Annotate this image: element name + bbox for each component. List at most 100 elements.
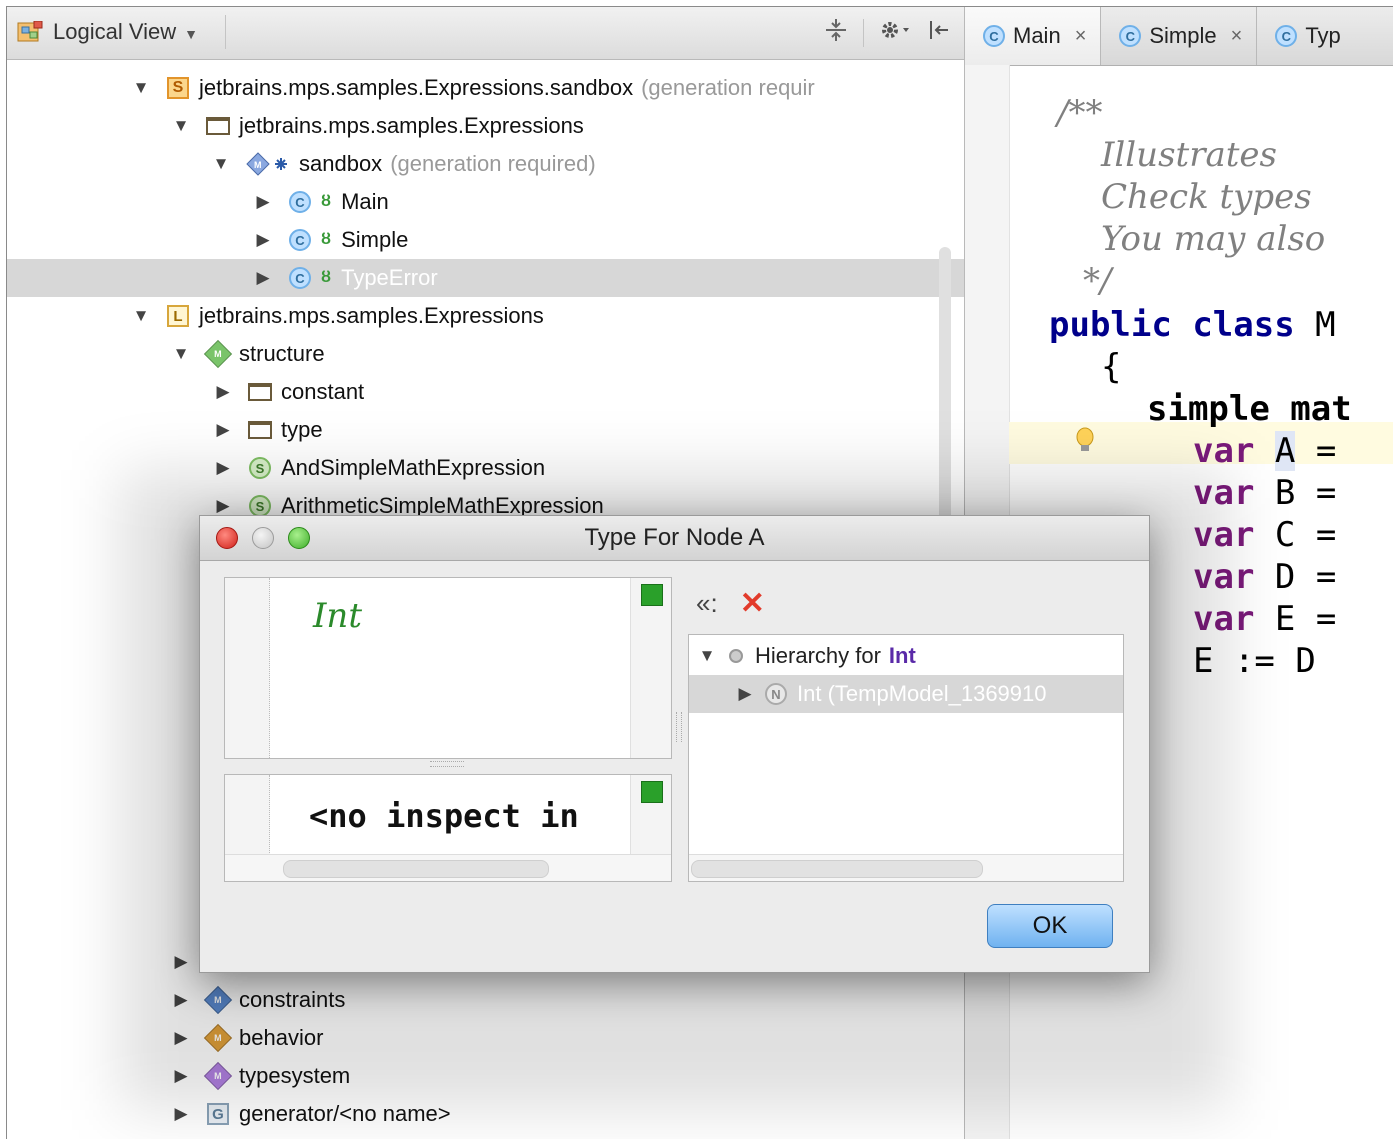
node-icon xyxy=(729,649,743,663)
status-ok-indicator xyxy=(641,584,663,606)
type-editor-pane[interactable]: Int xyxy=(224,577,672,759)
simple-math-header: simple mat xyxy=(1147,389,1352,429)
tree-item-label: TypeError xyxy=(341,265,438,290)
expand-hierarchy-icon[interactable]: «: xyxy=(696,588,718,619)
svg-text:M: M xyxy=(254,160,262,170)
inspector-text: <no inspect in xyxy=(309,797,579,835)
open-brace: { xyxy=(1101,347,1122,387)
close-icon[interactable]: × xyxy=(1231,25,1243,48)
expanded-triangle-icon[interactable]: ▼ xyxy=(171,344,191,364)
hierarchy-toolbar: «: ✕ xyxy=(696,586,765,621)
view-selector[interactable]: Logical View ▼ xyxy=(17,15,226,49)
comment-line: You may also xyxy=(1101,219,1326,259)
collapsed-triangle-icon[interactable]: ▶ xyxy=(213,420,233,440)
pane-gutter xyxy=(225,578,270,758)
folder-icon xyxy=(205,113,231,139)
toolbar-divider xyxy=(863,19,864,47)
collapsed-triangle-icon[interactable]: ▶ xyxy=(253,230,273,250)
class-declaration: public class M xyxy=(1049,305,1336,345)
view-selector-label: Logical View xyxy=(53,19,177,44)
class-icon: C xyxy=(983,25,1005,47)
tree-item-label: jetbrains.mps.samples.Expressions xyxy=(199,303,544,328)
tree-item-label: jetbrains.mps.samples.Expressions.sandbo… xyxy=(199,75,634,100)
gear-icon[interactable] xyxy=(878,17,912,49)
var-line-a: var A = xyxy=(1193,431,1337,471)
project-toolbar-actions xyxy=(823,17,952,49)
tab-simple[interactable]: C Simple × xyxy=(1101,7,1258,65)
structure-model-icon: M xyxy=(203,339,233,369)
tab-main[interactable]: C Main × xyxy=(965,7,1102,65)
tree-row-solution[interactable]: ▼ S jetbrains.mps.samples.Expressions.sa… xyxy=(7,69,1063,107)
collapsed-triangle-icon[interactable]: ▶ xyxy=(735,684,755,704)
unlock-icon: ȣ xyxy=(321,193,332,210)
hierarchy-child[interactable]: ▶ N Int (TempModel_1369910 xyxy=(689,675,1123,713)
tree-item-label: structure xyxy=(239,341,325,366)
tree-item-label: constant xyxy=(281,379,365,404)
tree-item-note: (generation required) xyxy=(390,151,596,176)
hide-panel-icon[interactable] xyxy=(926,17,952,49)
tree-item-label: sandbox xyxy=(299,151,383,176)
folder-icon xyxy=(247,379,273,405)
comment-start: /** xyxy=(1057,93,1103,133)
tree-item-label: Main xyxy=(341,189,389,214)
tree-item-note: (generation requir xyxy=(641,75,815,100)
expanded-triangle-icon[interactable]: ▼ xyxy=(697,646,717,666)
lightbulb-icon[interactable] xyxy=(1075,427,1095,455)
hierarchy-tree[interactable]: ▼ Hierarchy for Int ▶ N Int (TempModel_1… xyxy=(688,634,1124,882)
close-icon[interactable]: × xyxy=(1075,25,1087,48)
close-icon[interactable]: ✕ xyxy=(740,586,765,621)
class-icon: C xyxy=(287,189,313,215)
class-icon: C xyxy=(1119,25,1142,47)
comment-end: */ xyxy=(1083,261,1112,301)
dialog-title: Type For Node A xyxy=(584,524,765,551)
type-for-node-dialog: Type For Node A Int <no inspect in «: ✕ … xyxy=(199,515,1150,973)
tree-row-language[interactable]: ▼ L jetbrains.mps.samples.Expressions xyxy=(7,297,1063,335)
expanded-triangle-icon[interactable]: ▼ xyxy=(131,78,151,98)
expanded-triangle-icon[interactable]: ▼ xyxy=(171,116,191,136)
scroll-thumb[interactable] xyxy=(283,860,549,878)
solution-icon: S xyxy=(165,75,191,101)
tree-row-package[interactable]: ▼ jetbrains.mps.samples.Expressions xyxy=(7,107,1103,145)
tab-label: Main xyxy=(1013,23,1061,48)
editor-tabs: C Main × C Simple × C Typ xyxy=(965,7,1393,66)
comment-line: Illustrates xyxy=(1101,135,1277,175)
collapsed-triangle-icon[interactable]: ▶ xyxy=(253,268,273,288)
tree-item-label: type xyxy=(281,417,323,442)
collapsed-triangle-icon[interactable]: ▶ xyxy=(213,382,233,402)
tree-item-label: Simple xyxy=(341,227,409,252)
language-icon: L xyxy=(165,303,191,329)
tab-label: Simple xyxy=(1149,23,1217,48)
status-ok-indicator xyxy=(641,781,663,803)
expanded-triangle-icon[interactable]: ▼ xyxy=(211,154,231,174)
project-toolbar: Logical View ▼ xyxy=(7,7,964,60)
class-icon: C xyxy=(287,265,313,291)
hierarchy-prefix: Hierarchy for xyxy=(755,643,881,668)
tab-typeerror[interactable]: C Typ xyxy=(1257,7,1354,65)
horizontal-scrollbar[interactable] xyxy=(689,854,1123,881)
collapsed-triangle-icon[interactable]: ▶ xyxy=(253,192,273,212)
model-icon: M xyxy=(245,151,291,177)
type-value: Int xyxy=(313,596,362,636)
class-icon: C xyxy=(287,227,313,253)
inspector-pane[interactable]: <no inspect in xyxy=(224,774,672,882)
unlock-icon: ȣ xyxy=(321,269,332,286)
tab-label: Typ xyxy=(1305,23,1341,48)
comment-line: Check types xyxy=(1101,177,1312,217)
hierarchy-child-label: Int (TempModel_1369910 xyxy=(797,681,1047,706)
splitter-handle[interactable] xyxy=(430,761,464,767)
logical-view-icon xyxy=(17,21,43,42)
hierarchy-root[interactable]: ▼ Hierarchy for Int xyxy=(689,637,1123,675)
node-badge-icon: N xyxy=(765,683,787,705)
hierarchy-type: Int xyxy=(888,643,916,668)
scroll-thumb[interactable] xyxy=(691,860,983,878)
collapse-all-icon[interactable] xyxy=(823,17,849,49)
horizontal-scrollbar[interactable] xyxy=(225,854,671,881)
folder-icon xyxy=(247,417,273,443)
expanded-triangle-icon[interactable]: ▼ xyxy=(131,306,151,326)
ok-button[interactable]: OK xyxy=(987,904,1113,948)
unlock-icon: ȣ xyxy=(321,231,332,248)
chevron-down-icon: ▼ xyxy=(184,26,198,42)
dialog-titlebar: Type For Node A xyxy=(200,516,1149,561)
vertical-splitter-handle[interactable] xyxy=(676,712,682,742)
tree-item-label: jetbrains.mps.samples.Expressions xyxy=(239,113,584,138)
